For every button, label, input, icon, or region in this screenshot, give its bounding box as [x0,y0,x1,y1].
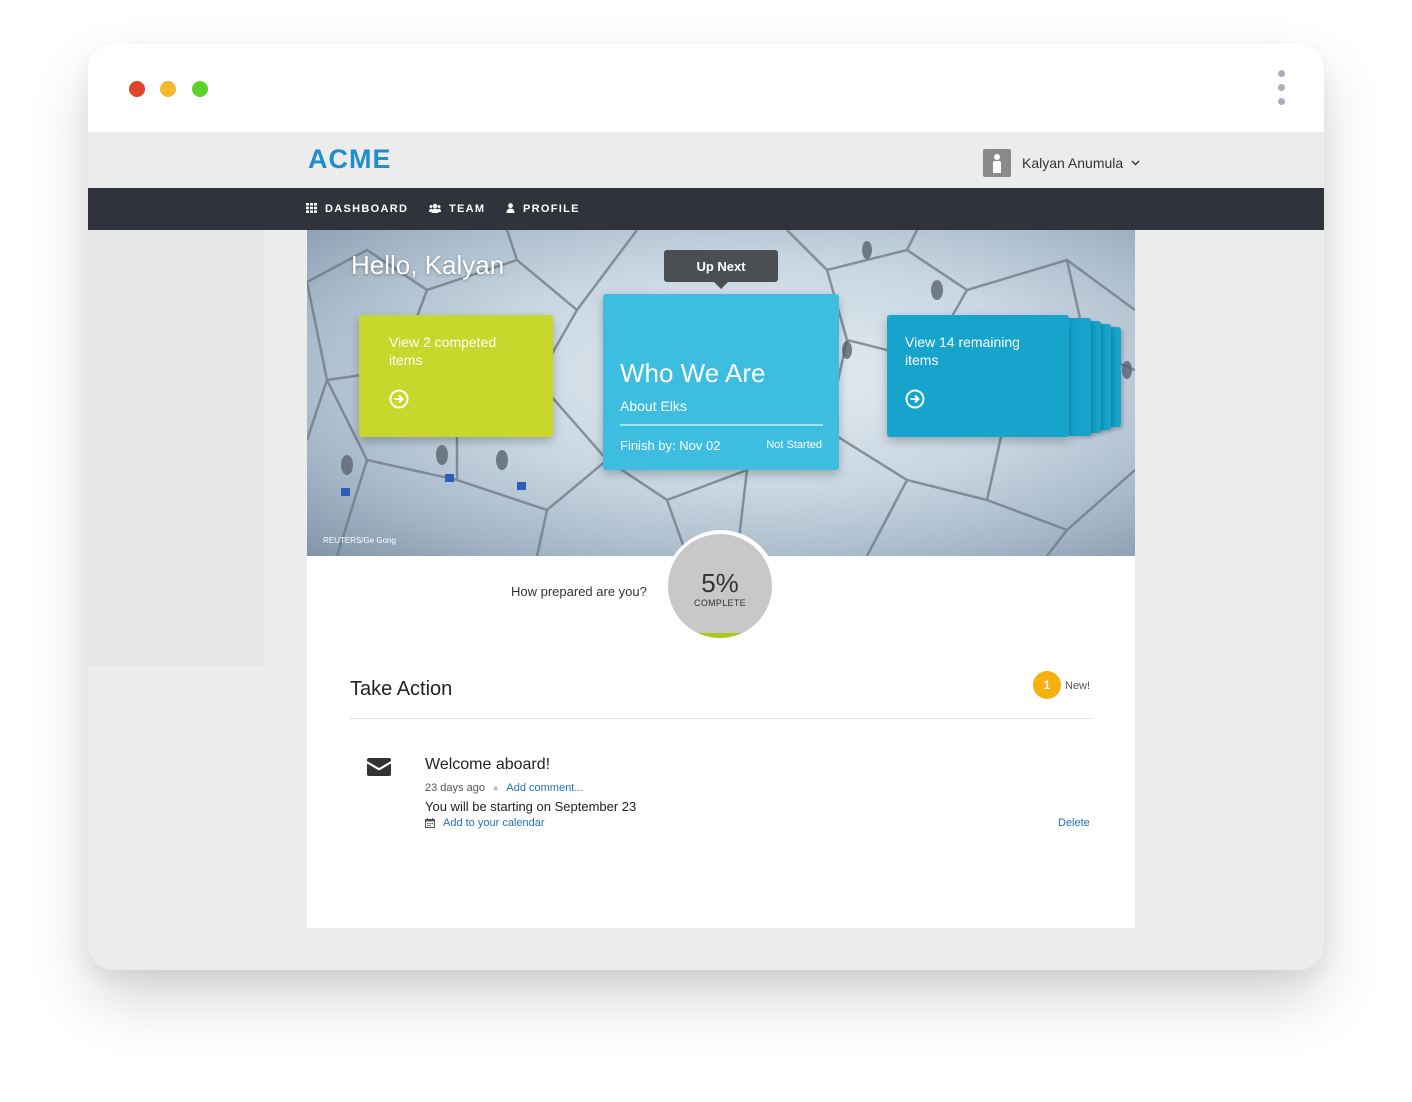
progress-gauge: 5% COMPLETE [668,534,772,638]
up-next-tooltip: Up Next [664,250,778,282]
tooltip-arrow [714,282,728,289]
separator-dot: ● [492,783,499,793]
close-window-button[interactable] [129,81,145,97]
browser-window: ACME Kalyan Anumula DASHBOARD TEAM PROFI… [88,44,1324,970]
envelope-icon [367,758,391,776]
status-label: Not Started [766,439,822,451]
action-item-meta: 23 days ago ● Add comment... [425,782,583,794]
title-bar [88,44,1324,132]
card-divider [620,424,823,426]
module-subtitle: About Elks [620,398,687,414]
action-item-title: Welcome aboard! [425,756,551,773]
take-action-title: Take Action [350,678,453,700]
section-divider [350,718,1092,719]
user-name: Kalyan Anumula [1022,155,1124,171]
progress-fill [668,632,772,638]
progress-label: COMPLETE [694,598,746,608]
chevron-down-icon [1131,158,1140,169]
hero-banner: Hello, Kalyan View 2 competed items View… [307,230,1135,556]
new-badge-label: New! [1065,680,1091,692]
person-icon [983,149,1011,177]
acme-logo[interactable]: ACME [308,144,392,175]
user-menu[interactable]: Kalyan Anumula [983,149,1140,177]
new-count-badge: 1 [1033,671,1061,699]
grid-icon [306,202,317,216]
nav-team[interactable]: TEAM [429,188,485,230]
remaining-items-card[interactable]: View 14 remaining items [887,315,1069,437]
arrow-circle-right-icon [905,389,925,409]
maximize-window-button[interactable] [192,81,208,97]
nav-profile-label: PROFILE [523,203,580,215]
card-stack-layer [1067,318,1091,436]
arrow-circle-right-icon [389,389,409,409]
completed-items-card[interactable]: View 2 competed items [359,315,553,437]
finish-by-date: Finish by: Nov 02 [620,438,721,453]
minimize-window-button[interactable] [160,81,176,97]
remaining-items-label: View 14 remaining items [905,334,1020,368]
dashboard-content: Hello, Kalyan View 2 competed items View… [307,230,1135,928]
delete-link[interactable]: Delete [1058,817,1090,829]
user-icon [506,202,515,216]
photo-credit: REUTERS/Ge Gong [323,536,396,545]
preparedness-question: How prepared are you? [511,584,647,599]
action-item-body: You will be starting on September 23 [425,799,637,814]
add-comment-link[interactable]: Add comment... [506,782,583,794]
greeting: Hello, Kalyan [351,250,505,280]
nav-dashboard-label: DASHBOARD [325,203,409,215]
main-nav: DASHBOARD TEAM PROFILE [88,188,1324,230]
action-item-time: 23 days ago [425,782,485,794]
calendar-icon [425,818,435,828]
progress-percent: 5% [701,568,739,598]
up-next-card[interactable]: Who We Are About Elks Finish by: Nov 02 … [603,294,839,470]
more-options-icon[interactable] [1274,68,1288,108]
completed-items-label: View 2 competed items [389,334,497,368]
add-to-calendar-link[interactable]: Add to your calendar [443,817,545,829]
nav-team-label: TEAM [449,203,486,215]
sidebar-background [88,230,264,666]
add-to-calendar-row: Add to your calendar [425,817,545,829]
module-title: Who We Are [620,358,766,388]
nav-dashboard[interactable]: DASHBOARD [306,188,408,230]
group-icon [429,202,441,216]
nav-profile[interactable]: PROFILE [506,188,580,230]
